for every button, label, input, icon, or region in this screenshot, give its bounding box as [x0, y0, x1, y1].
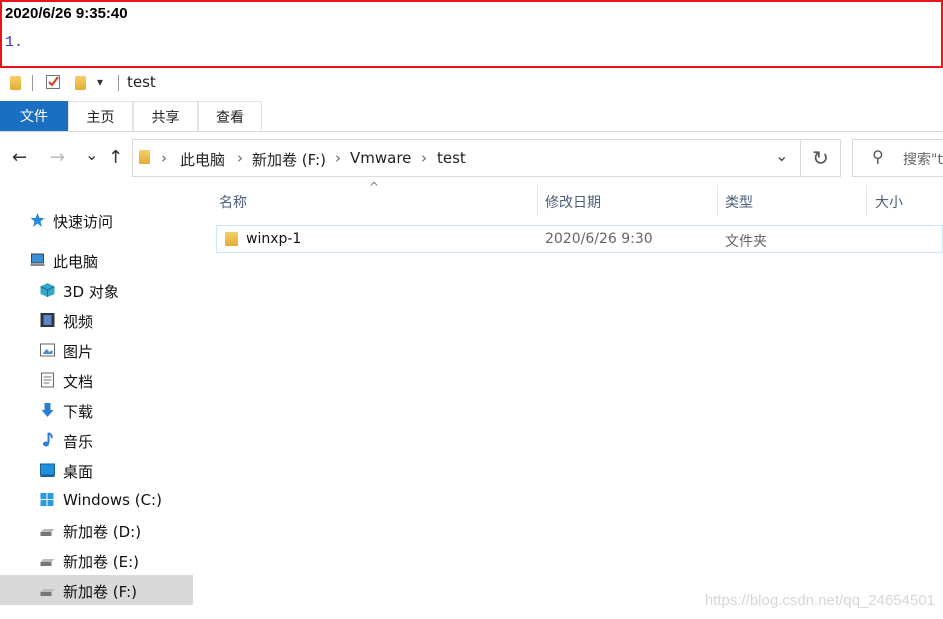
sidebar-item-drive-e[interactable]: 新加卷 (E:) [0, 545, 193, 575]
download-icon [41, 403, 54, 417]
chevron-right-icon[interactable]: › [421, 149, 427, 167]
column-header-type[interactable]: 类型 [725, 192, 753, 212]
up-button[interactable]: ↑ [108, 147, 123, 168]
sidebar-item-label: 图片 [63, 343, 94, 361]
address-bar[interactable] [132, 139, 801, 177]
chevron-right-icon[interactable]: › [161, 149, 167, 167]
file-row[interactable]: winxp-1 2020/6/26 9:30 文件夹 [216, 225, 943, 253]
sidebar-item-music[interactable]: 音乐 [0, 425, 193, 455]
sidebar-item-drive-d[interactable]: 新加卷 (D:) [0, 515, 193, 545]
sidebar-item-this-pc[interactable]: 此电脑 [0, 245, 193, 275]
new-folder-icon[interactable] [75, 76, 86, 90]
drive-icon [40, 589, 55, 596]
chevron-right-icon[interactable]: › [237, 149, 243, 167]
qat-separator [118, 75, 119, 91]
window-title: test [127, 73, 156, 91]
column-header-size[interactable]: 大小 [875, 192, 903, 212]
video-icon [40, 313, 55, 327]
qat-separator [32, 75, 33, 91]
sidebar-item-label: 快速访问 [53, 213, 114, 231]
desktop-icon [40, 463, 55, 477]
sidebar-item-3d-objects[interactable]: 3D 对象 [0, 275, 193, 305]
sidebar-item-label: 视频 [63, 313, 94, 331]
sidebar-item-label: 此电脑 [53, 253, 99, 271]
document-icon [41, 372, 54, 388]
folder-icon[interactable] [10, 76, 21, 90]
sidebar-item-label: 3D 对象 [63, 283, 119, 301]
tab-home[interactable]: 主页 [68, 101, 133, 131]
sidebar-item-downloads[interactable]: 下载 [0, 395, 193, 425]
annotation-box [0, 0, 943, 68]
column-divider[interactable] [866, 185, 867, 217]
drive-icon [40, 559, 55, 566]
tab-share[interactable]: 共享 [133, 101, 198, 131]
breadcrumb-test[interactable]: test [437, 149, 466, 167]
sidebar-item-label: 文档 [63, 373, 94, 391]
watermark: https://blog.csdn.net/qq_24654501 [704, 592, 935, 609]
column-header-name[interactable]: 名称 [219, 192, 247, 212]
ribbon-divider [0, 131, 943, 132]
folder-icon [225, 232, 238, 246]
annotation-note: 1. [5, 34, 24, 51]
recent-locations-button[interactable]: ⌄ [85, 145, 98, 164]
sidebar-item-label: 音乐 [63, 433, 94, 451]
sidebar-item-documents[interactable]: 文档 [0, 365, 193, 395]
sidebar-item-drive-f[interactable]: 新加卷 (F:) [0, 575, 193, 605]
tab-file[interactable]: 文件 [0, 101, 68, 131]
sidebar-item-videos[interactable]: 视频 [0, 305, 193, 335]
breadcrumb-drive-f[interactable]: 新加卷 (F:) [252, 149, 326, 170]
pictures-icon [40, 343, 55, 357]
folder-icon [139, 150, 150, 164]
sidebar-item-desktop[interactable]: 桌面 [0, 455, 193, 485]
computer-icon [30, 253, 45, 266]
address-dropdown-icon[interactable]: ⌄ [775, 146, 788, 165]
sidebar-item-label: 新加卷 (D:) [63, 523, 142, 541]
sidebar-item-label: 新加卷 (F:) [63, 583, 137, 601]
file-type: 文件夹 [725, 234, 767, 250]
column-divider[interactable] [537, 185, 538, 217]
file-modified: 2020/6/26 9:30 [545, 231, 653, 247]
sidebar-item-pictures[interactable]: 图片 [0, 335, 193, 365]
sidebar-item-windows-c[interactable]: Windows (C:) [0, 485, 193, 515]
search-icon: ⚲ [872, 147, 884, 166]
sort-ascending-icon: ^ [369, 180, 380, 194]
breadcrumb-this-pc[interactable]: 此电脑 [180, 149, 225, 170]
properties-checkbox-icon[interactable] [46, 75, 60, 89]
back-button[interactable]: ← [12, 147, 27, 168]
tab-view[interactable]: 查看 [198, 101, 262, 131]
star-icon [30, 213, 45, 227]
sidebar-item-label: Windows (C:) [63, 491, 162, 509]
column-header-modified[interactable]: 修改日期 [545, 192, 601, 212]
chevron-right-icon[interactable]: › [335, 149, 341, 167]
cube-icon [40, 283, 55, 297]
file-name: winxp-1 [246, 231, 302, 247]
annotation-timestamp: 2020/6/26 9:35:40 [5, 5, 128, 22]
sidebar-item-label: 新加卷 (E:) [63, 553, 140, 571]
search-placeholder: 搜索"t [903, 152, 943, 168]
windows-drive-icon [40, 493, 54, 506]
column-divider[interactable] [717, 185, 718, 217]
forward-button[interactable]: → [50, 147, 65, 168]
music-icon [43, 432, 53, 447]
sidebar-item-label: 下载 [63, 403, 94, 421]
sidebar-item-label: 桌面 [63, 463, 94, 481]
qat-customize-icon[interactable]: ▾ [97, 75, 103, 89]
refresh-button[interactable]: ↻ [800, 139, 841, 177]
breadcrumb-vmware[interactable]: Vmware [350, 149, 411, 167]
drive-icon [40, 529, 55, 536]
sidebar-item-quick-access[interactable]: 快速访问 [0, 205, 193, 235]
